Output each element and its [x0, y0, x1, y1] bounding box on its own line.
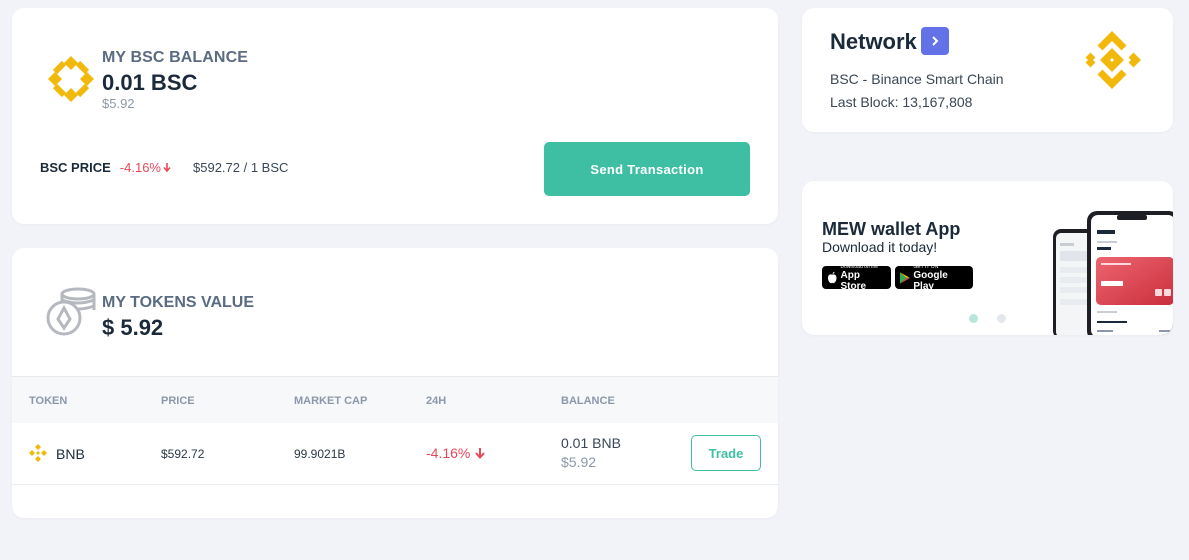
google-play-button[interactable]: GET IT ON Google Play: [895, 264, 973, 292]
network-title: Network: [830, 29, 917, 54]
tokens-card: MY TOKENS VALUE $ 5.92 TOKEN PRICE MARKE…: [12, 248, 778, 518]
coins-stack-icon: [46, 287, 96, 336]
network-switch-button[interactable]: [921, 27, 949, 55]
tokens-title: MY TOKENS VALUE: [102, 294, 255, 311]
column-header-market-cap: MARKET CAP: [294, 395, 368, 407]
app-store-button[interactable]: Download on the App Store: [822, 264, 891, 292]
price-change: -4.16%: [120, 160, 171, 175]
price-row: BSC PRICE -4.16% $592.72 / 1 BSC: [40, 160, 288, 175]
arrow-down-icon: [163, 163, 171, 172]
price-label: BSC PRICE: [40, 160, 111, 175]
apple-icon: [827, 271, 837, 284]
column-header-price: PRICE: [161, 395, 195, 407]
mew-wallet-card: MEW wallet App Download it today! Downlo…: [802, 181, 1173, 335]
network-last-block: Last Block: 13,167,808: [830, 94, 973, 110]
mew-title: MEW wallet App: [822, 219, 961, 239]
token-price: $592.72: [161, 447, 205, 461]
column-header-24h: 24H: [426, 395, 447, 407]
token-24h-value: -4.16%: [426, 445, 471, 461]
bnb-logo-icon: [1085, 31, 1141, 89]
balance-card: MY BSC BALANCE 0.01 BSC $5.92 BSC PRICE …: [12, 8, 778, 224]
token-balance-usd: $5.92: [561, 454, 597, 470]
mew-subtitle: Download it today!: [822, 239, 938, 255]
network-card: Network BSC - Binance Smart Chain Last B…: [802, 8, 1173, 132]
column-header-balance: BALANCE: [561, 395, 615, 407]
carousel-dot-2[interactable]: [997, 314, 1006, 323]
tokens-table: TOKEN PRICE MARKET CAP 24H BALANCE BNB $…: [12, 376, 778, 485]
token-balance: 0.01 BNB: [561, 435, 621, 451]
tokens-value: $ 5.92: [102, 315, 164, 340]
send-transaction-button[interactable]: Send Transaction: [544, 142, 750, 196]
balance-usd: $5.92: [102, 96, 135, 111]
balance-title: MY BSC BALANCE: [102, 49, 249, 66]
price-value: $592.72 / 1 BSC: [193, 160, 289, 175]
carousel-dot-1[interactable]: [969, 314, 978, 323]
price-change-value: -4.16%: [119, 160, 161, 175]
balance-amount: 0.01 BSC: [102, 70, 198, 95]
bnb-logo-icon: [29, 444, 47, 462]
chevron-right-icon: [932, 36, 939, 46]
token-24h-change: -4.16%: [426, 445, 486, 461]
token-name: BNB: [56, 446, 85, 462]
trade-button[interactable]: Trade: [691, 435, 761, 471]
network-chain: BSC - Binance Smart Chain: [830, 71, 1004, 87]
table-row: BNB $592.72 99.9021B -4.16% 0.01 BNB $5.…: [12, 423, 778, 485]
bnb-logo-icon: [48, 56, 94, 102]
column-header-token: TOKEN: [29, 395, 68, 407]
token-market-cap: 99.9021B: [294, 447, 346, 461]
table-header: TOKEN PRICE MARKET CAP 24H BALANCE: [12, 377, 778, 423]
google-play-label: Google Play: [913, 269, 948, 292]
google-play-icon: [900, 271, 910, 284]
app-store-label: App Store: [840, 269, 867, 292]
arrow-down-icon: [475, 448, 486, 459]
phone-mockup-image: [1053, 211, 1173, 335]
